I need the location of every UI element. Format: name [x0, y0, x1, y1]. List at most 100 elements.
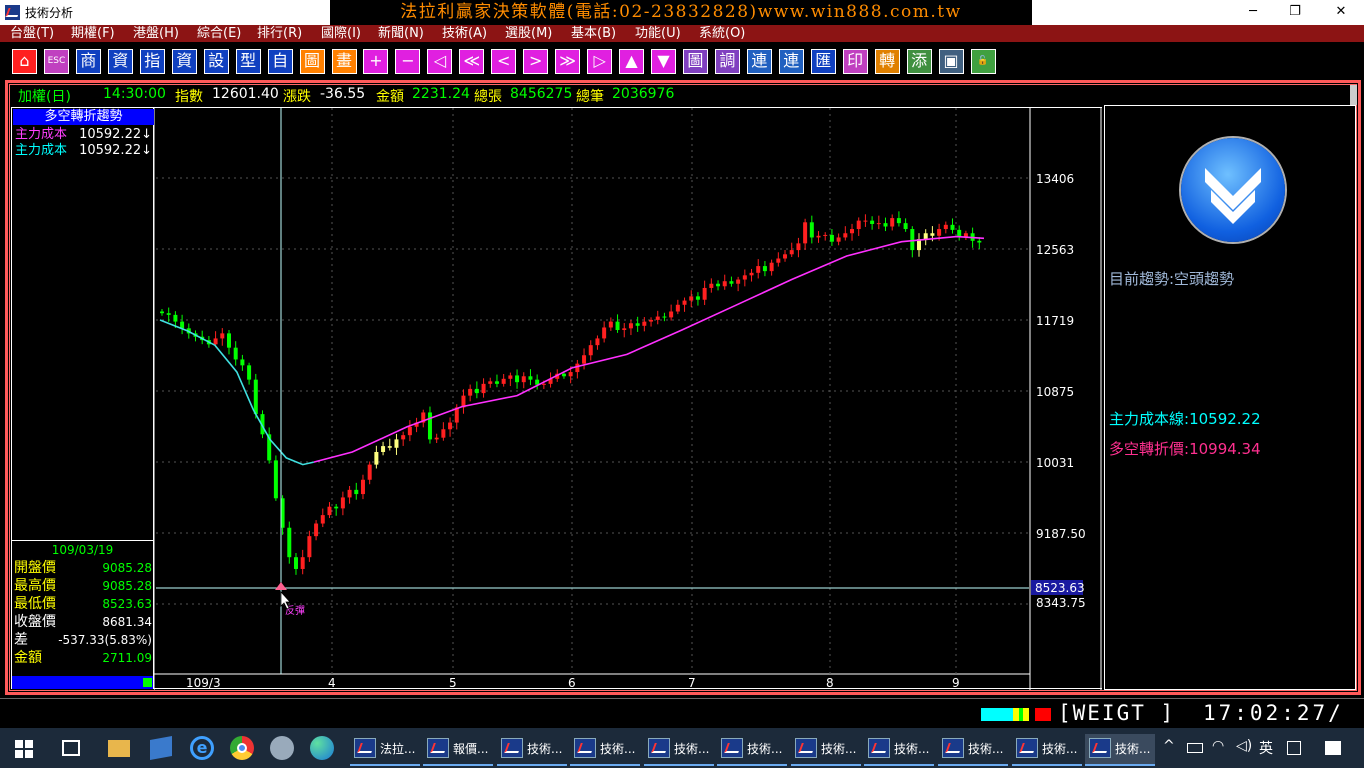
toolbar-button[interactable]: ESC: [43, 49, 69, 74]
candle-body: [508, 375, 513, 379]
diff-value: -537.33(5.83%): [58, 633, 152, 647]
menu-item[interactable]: 台盤(T): [10, 25, 54, 42]
pinned-app-icon[interactable]: [270, 736, 294, 760]
main-cost-label: 主力成本: [15, 127, 68, 142]
taskbar-app[interactable]: 技術...: [864, 734, 934, 766]
toolbar-button[interactable]: 添: [906, 49, 932, 74]
scroll-thumb[interactable]: [143, 678, 152, 687]
close-button[interactable]: ✕: [1326, 2, 1356, 22]
panel-scrollbar[interactable]: [12, 676, 153, 689]
volume-icon[interactable]: ◁): [1236, 738, 1252, 754]
menu-item[interactable]: 港盤(H): [133, 25, 179, 42]
toolbar-button[interactable]: 連: [746, 49, 772, 74]
toolbar-button[interactable]: 設: [203, 49, 229, 74]
diff-label: 差: [14, 632, 28, 648]
toolbar-button[interactable]: 匯: [810, 49, 836, 74]
toolbar-button[interactable]: >: [523, 49, 549, 74]
taskbar-app[interactable]: 技術...: [717, 734, 787, 766]
toolbar-button[interactable]: 資: [107, 49, 133, 74]
taskbar-app[interactable]: 技術...: [644, 734, 714, 766]
taskbar-app[interactable]: 技術...: [1085, 734, 1155, 766]
toolbar-button[interactable]: 🔓: [970, 49, 996, 74]
toolbar-button[interactable]: 圖: [299, 49, 325, 74]
menu-item[interactable]: 新聞(N): [378, 25, 424, 42]
candle-body: [870, 220, 875, 224]
menu-item[interactable]: 綜合(E): [197, 25, 241, 42]
toolbar-button[interactable]: ▼: [651, 49, 676, 74]
toolbar-button[interactable]: 印: [842, 49, 868, 74]
taskbar-app[interactable]: 技術...: [570, 734, 640, 766]
taskbar-app[interactable]: 技術...: [791, 734, 861, 766]
taskbar-app[interactable]: 報價...: [423, 734, 493, 766]
candlestick-chart[interactable]: 13406 12563 11719 10875 10031 9187.50 8343.75 1…: [153, 107, 1102, 690]
toolbar-button[interactable]: ◁: [427, 49, 453, 74]
notification-icon[interactable]: [1325, 741, 1341, 755]
candle-body: [521, 376, 526, 383]
change-label: 漲跌: [283, 89, 311, 105]
maximize-button[interactable]: ❐: [1280, 2, 1310, 22]
y-tick-label: 12563: [1036, 243, 1074, 257]
minimize-button[interactable]: ─: [1238, 2, 1268, 22]
candle-body: [628, 323, 633, 329]
taskbar-app-label: 技術...: [747, 742, 783, 756]
wifi-icon[interactable]: ◠: [1212, 738, 1224, 754]
menu-bar: 台盤(T) 期權(F) 港盤(H) 綜合(E) 排行(R) 國際(I) 新聞(N) 技術(A)…: [0, 25, 1364, 42]
toolbar-button[interactable]: 自: [267, 49, 293, 74]
menu-item[interactable]: 國際(I): [321, 25, 361, 42]
chart-svg[interactable]: 13406 12563 11719 10875 10031 9187.50 8343.75 1…: [153, 108, 1102, 690]
toolbar-button[interactable]: ⌂: [12, 49, 37, 74]
ime-mode-icon[interactable]: [1287, 741, 1301, 755]
edge-icon[interactable]: [310, 736, 334, 760]
toolbar-button[interactable]: ▷: [587, 49, 613, 74]
scrollbar[interactable]: [1350, 85, 1357, 105]
taskbar-app[interactable]: 技術...: [497, 734, 567, 766]
toolbar-button[interactable]: ≫: [555, 49, 581, 74]
candle-body: [890, 218, 895, 227]
toolbar-button[interactable]: <: [491, 49, 517, 74]
candle-body: [803, 222, 808, 244]
main-cost-line-1: 主力成本 10592.22↓: [15, 127, 152, 143]
chrome-icon[interactable]: [230, 736, 254, 760]
toolbar-button[interactable]: ≪: [459, 49, 485, 74]
index-label: 指數: [175, 89, 203, 105]
taskbar-app[interactable]: 技術...: [938, 734, 1008, 766]
taskbar-app-label: 技術...: [527, 742, 563, 756]
menu-item[interactable]: 排行(R): [257, 25, 302, 42]
file-explorer-icon[interactable]: [108, 740, 130, 757]
windows-start-icon[interactable]: [15, 740, 33, 758]
internet-explorer-icon[interactable]: e: [190, 736, 214, 760]
menu-item[interactable]: 期權(F): [71, 25, 115, 42]
toolbar-button[interactable]: 調: [714, 49, 740, 74]
menu-item[interactable]: 系統(O): [699, 25, 745, 42]
menu-item[interactable]: 選股(M): [505, 25, 552, 42]
toolbar-button[interactable]: 轉: [874, 49, 900, 74]
toolbar-button[interactable]: 連: [778, 49, 804, 74]
high-label: 最高價: [14, 578, 56, 594]
taskbar-app[interactable]: 技術...: [1012, 734, 1082, 766]
candle-body: [937, 229, 942, 236]
toolbar-button[interactable]: 指: [139, 49, 165, 74]
toolbar-button[interactable]: 圖: [682, 49, 708, 74]
status-swatch: [981, 708, 997, 721]
x-tick-label: 5: [449, 676, 457, 690]
task-view-icon[interactable]: [62, 740, 80, 756]
close-value: 8681.34: [102, 615, 152, 629]
toolbar-button[interactable]: ▣: [938, 49, 964, 74]
toolbar-button[interactable]: 商: [75, 49, 101, 74]
menu-item[interactable]: 基本(B): [571, 25, 616, 42]
toolbar-button[interactable]: ▲: [619, 49, 645, 74]
chevron-up-icon[interactable]: ^: [1163, 738, 1175, 754]
toolbar-button[interactable]: 型: [235, 49, 261, 74]
ime-indicator[interactable]: 英: [1259, 738, 1273, 758]
toolbar-button[interactable]: 畫: [331, 49, 357, 74]
network-folder-icon[interactable]: [150, 736, 172, 760]
battery-icon[interactable]: [1187, 743, 1203, 753]
candle-body: [528, 376, 533, 380]
toolbar-button[interactable]: 資: [171, 49, 197, 74]
current-trend-text: 目前趨勢:空頭趨勢: [1109, 270, 1235, 288]
menu-item[interactable]: 技術(A): [442, 25, 487, 42]
menu-item[interactable]: 功能(U): [635, 25, 681, 42]
toolbar-button[interactable]: −: [395, 49, 421, 74]
taskbar-app[interactable]: 法拉...: [350, 734, 420, 766]
toolbar-button[interactable]: +: [363, 49, 389, 74]
